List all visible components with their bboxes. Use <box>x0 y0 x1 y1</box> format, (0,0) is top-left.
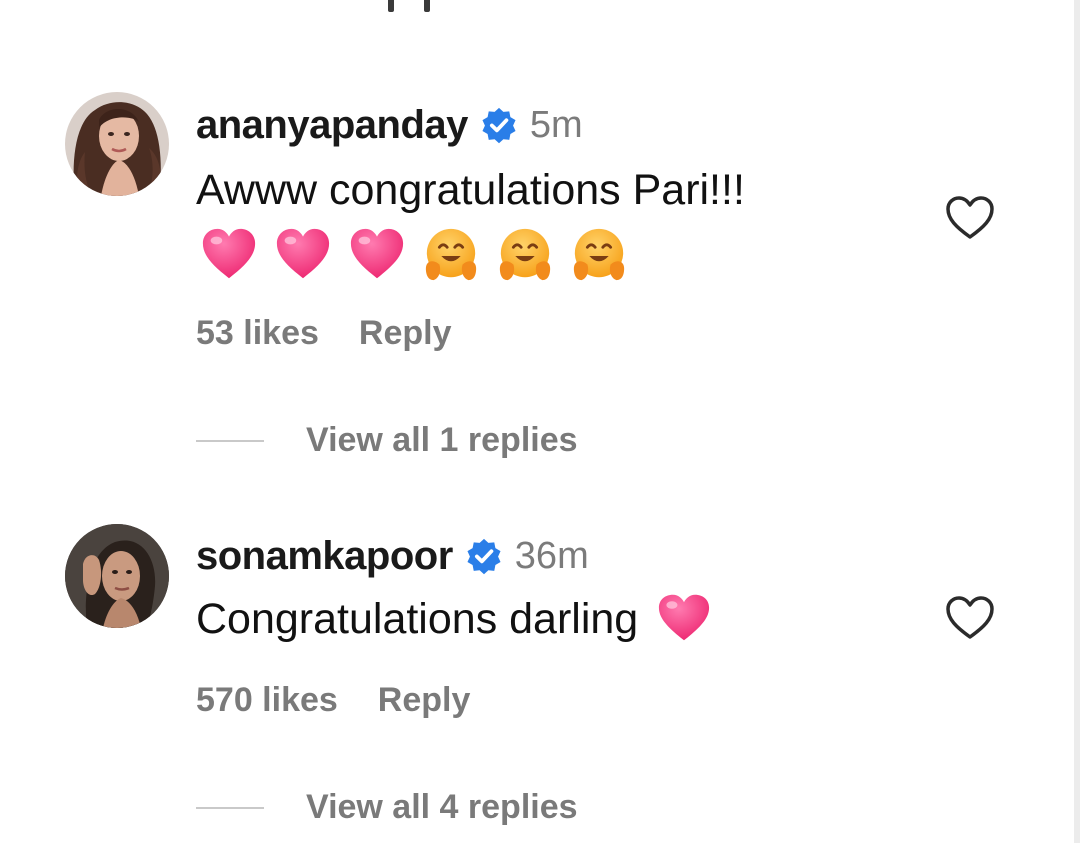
likes-count[interactable]: 570 likes <box>196 681 338 720</box>
comment-header: ananyapanday 5m <box>196 101 583 149</box>
view-replies-row: View all 4 replies <box>196 788 578 827</box>
pink-heart-icon <box>202 228 256 279</box>
emoji-row <box>200 226 628 284</box>
comment-actions: 570 likes Reply <box>196 681 470 720</box>
view-replies-row: View all 1 replies <box>196 421 578 460</box>
hugging-face-icon <box>425 228 477 281</box>
replies-divider <box>196 439 264 442</box>
comment-text: Awww congratulations Pari!!! <box>196 166 745 214</box>
reply-button[interactable]: Reply <box>378 681 471 720</box>
verified-badge-icon <box>480 106 518 144</box>
replies-divider <box>196 806 264 809</box>
scrollbar-track[interactable] <box>1074 0 1080 843</box>
view-replies-button[interactable]: View all 4 replies <box>306 788 578 827</box>
pink-heart-icon <box>659 594 710 640</box>
avatar[interactable] <box>65 92 169 196</box>
pink-heart-icon <box>276 228 330 279</box>
hugging-face-icon <box>573 228 625 281</box>
comment-text: Congratulations darling <box>196 595 639 643</box>
view-replies-button[interactable]: View all 1 replies <box>306 421 578 460</box>
username[interactable]: sonamkapoor <box>196 534 453 579</box>
like-heart-icon[interactable] <box>944 194 996 242</box>
pink-heart-icon <box>350 228 404 279</box>
comments-panel: ananyapanday 5m Awww congratulations Par… <box>0 0 1080 843</box>
previous-content-fragment <box>380 0 440 18</box>
comment-text-row: Congratulations darling <box>196 593 712 648</box>
like-heart-icon[interactable] <box>944 594 996 642</box>
avatar[interactable] <box>65 524 169 628</box>
comment-timestamp: 5m <box>529 103 583 146</box>
verified-badge-icon <box>465 537 503 575</box>
comment-timestamp: 36m <box>514 534 589 577</box>
comment-header: sonamkapoor 36m <box>196 532 589 580</box>
likes-count[interactable]: 53 likes <box>196 314 319 353</box>
comment-actions: 53 likes Reply <box>196 314 451 353</box>
reply-button[interactable]: Reply <box>359 314 452 353</box>
username[interactable]: ananyapanday <box>196 103 468 148</box>
hugging-face-icon <box>499 228 551 281</box>
